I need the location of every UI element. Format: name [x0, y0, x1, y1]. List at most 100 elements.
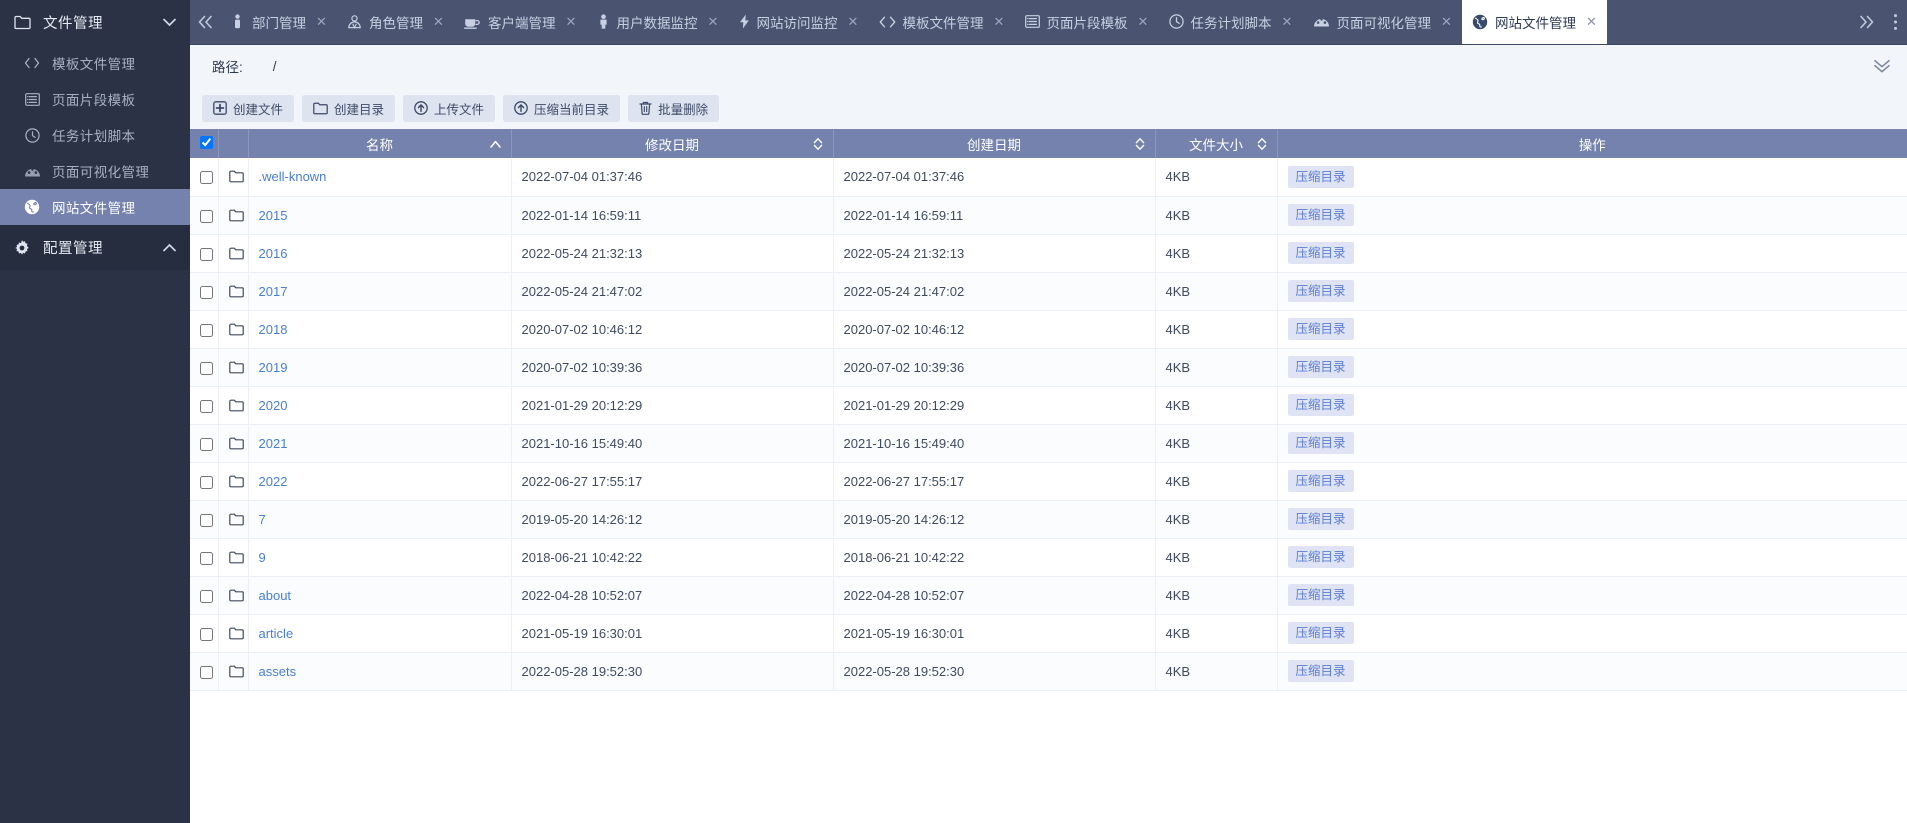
row-name-cell[interactable]: 9	[248, 538, 512, 577]
sort-ascending-icon[interactable]	[489, 140, 501, 148]
row-name-cell[interactable]: 2015	[248, 196, 512, 235]
row-select-cell[interactable]	[190, 576, 219, 615]
row-checkbox[interactable]	[200, 361, 213, 375]
column-header-created-date[interactable]: 创建日期	[833, 129, 1156, 158]
tab-task-schedule-script[interactable]: 任务计划脚本 ✕	[1159, 0, 1303, 44]
row-checkbox[interactable]	[200, 209, 213, 223]
table-row[interactable]: 2016 2022-05-24 21:32:13 2022-05-24 21:32:…	[190, 234, 1907, 273]
file-name-link[interactable]: 2017	[259, 284, 288, 299]
compress-directory-button[interactable]: 压缩目录	[1287, 508, 1354, 530]
compress-directory-button[interactable]: 压缩目录	[1287, 318, 1354, 340]
row-checkbox[interactable]	[200, 247, 213, 261]
file-name-link[interactable]: 2018	[259, 322, 288, 337]
close-icon[interactable]: ✕	[1440, 15, 1453, 28]
row-name-cell[interactable]: 2022	[248, 462, 512, 501]
column-header-modified-date[interactable]: 修改日期	[511, 129, 834, 158]
sidebar-group-config-management[interactable]: 配置管理	[0, 225, 190, 270]
tab-website-access-monitoring[interactable]: 网站访问监控 ✕	[729, 0, 869, 44]
sidebar-item-page-fragment-template[interactable]: 页面片段模板	[0, 81, 190, 117]
row-name-cell[interactable]: 2016	[248, 234, 512, 273]
close-icon[interactable]: ✕	[432, 15, 445, 28]
sidebar-group-file-management[interactable]: 文件管理	[0, 0, 190, 45]
row-checkbox[interactable]	[200, 171, 213, 185]
close-icon[interactable]: ✕	[1137, 15, 1150, 28]
row-checkbox[interactable]	[200, 437, 213, 451]
row-select-cell[interactable]	[190, 462, 219, 501]
table-row[interactable]: assets 2022-05-28 19:52:30 2022-05-28 19:5…	[190, 652, 1907, 691]
table-row[interactable]: 2015 2022-01-14 16:59:11 2022-01-14 16:59:…	[190, 196, 1907, 235]
row-name-cell[interactable]: .well-known	[248, 158, 512, 197]
file-name-link[interactable]: 2016	[259, 246, 288, 261]
tab-website-file-management[interactable]: 网站文件管理 ✕	[1462, 0, 1607, 44]
sidebar-item-website-file-management[interactable]: 网站文件管理	[0, 189, 190, 225]
row-name-cell[interactable]: 2019	[248, 348, 512, 387]
row-select-cell[interactable]	[190, 500, 219, 539]
row-checkbox[interactable]	[200, 475, 213, 489]
compress-directory-button[interactable]: 压缩目录	[1287, 204, 1354, 226]
row-checkbox[interactable]	[200, 285, 213, 299]
compress-directory-button[interactable]: 压缩目录	[1287, 280, 1354, 302]
compress-directory-button[interactable]: 压缩目录	[1287, 622, 1354, 644]
row-name-cell[interactable]: 2020	[248, 386, 512, 425]
compress-directory-button[interactable]: 压缩目录	[1287, 394, 1354, 416]
compress-directory-button[interactable]: 压缩目录	[1287, 660, 1354, 682]
file-name-link[interactable]: 7	[259, 512, 266, 527]
compress-directory-button[interactable]: 压缩目录	[1287, 470, 1354, 492]
sidebar-item-task-schedule-script[interactable]: 任务计划脚本	[0, 117, 190, 153]
compress-directory-button[interactable]: 压缩目录	[1287, 356, 1354, 378]
close-icon[interactable]: ✕	[315, 15, 328, 28]
file-name-link[interactable]: article	[259, 626, 294, 641]
table-row[interactable]: about 2022-04-28 10:52:07 2022-04-28 10:52…	[190, 576, 1907, 615]
row-select-cell[interactable]	[190, 652, 219, 691]
row-checkbox[interactable]	[200, 323, 213, 337]
column-header-name[interactable]: 名称	[248, 129, 512, 158]
table-row[interactable]: 2020 2021-01-29 20:12:29 2021-01-29 20:12:…	[190, 386, 1907, 425]
sort-toggle-icon[interactable]	[1135, 137, 1145, 151]
file-name-link[interactable]: 2020	[259, 398, 288, 413]
row-checkbox[interactable]	[200, 513, 213, 527]
compress-directory-button[interactable]: 压缩目录	[1287, 165, 1354, 188]
tab-client-management[interactable]: 客户端管理 ✕	[454, 0, 587, 44]
table-row[interactable]: 2017 2022-05-24 21:47:02 2022-05-24 21:47:…	[190, 272, 1907, 311]
row-select-cell[interactable]	[190, 348, 219, 387]
row-name-cell[interactable]: about	[248, 576, 512, 615]
file-name-link[interactable]: 2015	[259, 208, 288, 223]
tab-department-management[interactable]: 部门管理 ✕	[220, 0, 337, 44]
row-checkbox[interactable]	[200, 627, 213, 641]
tab-user-data-monitoring[interactable]: 用户数据监控 ✕	[587, 0, 729, 44]
file-name-link[interactable]: 2021	[259, 436, 288, 451]
chevron-double-left-icon[interactable]	[190, 0, 220, 44]
file-name-link[interactable]: about	[259, 588, 292, 603]
table-row[interactable]: 7 2019-05-20 14:26:12 2019-05-20 14:26:12 4…	[190, 500, 1907, 539]
path-value[interactable]: /	[273, 59, 277, 74]
file-name-link[interactable]: assets	[259, 664, 297, 679]
create-file-button[interactable]: 创建文件	[202, 94, 295, 122]
column-header-file-size[interactable]: 文件大小	[1155, 129, 1278, 158]
row-checkbox[interactable]	[200, 399, 213, 413]
row-select-cell[interactable]	[190, 424, 219, 463]
close-icon[interactable]: ✕	[565, 15, 578, 28]
row-select-cell[interactable]	[190, 158, 219, 197]
row-checkbox[interactable]	[200, 551, 213, 565]
row-checkbox[interactable]	[200, 665, 213, 679]
row-select-cell[interactable]	[190, 538, 219, 577]
row-name-cell[interactable]: 2021	[248, 424, 512, 463]
tab-template-file-management[interactable]: 模板文件管理 ✕	[869, 0, 1015, 44]
row-select-cell[interactable]	[190, 196, 219, 235]
vertical-dots-icon[interactable]	[1883, 0, 1907, 44]
row-select-cell[interactable]	[190, 614, 219, 653]
tab-page-fragment-template[interactable]: 页面片段模板 ✕	[1015, 0, 1159, 44]
row-name-cell[interactable]: 2018	[248, 310, 512, 349]
sidebar-item-page-visual-management[interactable]: 页面可视化管理	[0, 153, 190, 189]
compress-current-directory-button[interactable]: 压缩当前目录	[503, 94, 621, 122]
table-row[interactable]: article 2021-05-19 16:30:01 2021-05-19 16:…	[190, 614, 1907, 653]
tab-role-management[interactable]: 角色管理 ✕	[337, 0, 454, 44]
chevron-double-down-icon[interactable]	[1873, 59, 1891, 74]
row-select-cell[interactable]	[190, 272, 219, 311]
tab-page-visual-management[interactable]: 页面可视化管理 ✕	[1303, 0, 1463, 44]
upload-file-button[interactable]: 上传文件	[403, 94, 496, 122]
row-select-cell[interactable]	[190, 234, 219, 273]
row-name-cell[interactable]: 2017	[248, 272, 512, 311]
close-icon[interactable]: ✕	[707, 15, 720, 28]
compress-directory-button[interactable]: 压缩目录	[1287, 546, 1354, 568]
